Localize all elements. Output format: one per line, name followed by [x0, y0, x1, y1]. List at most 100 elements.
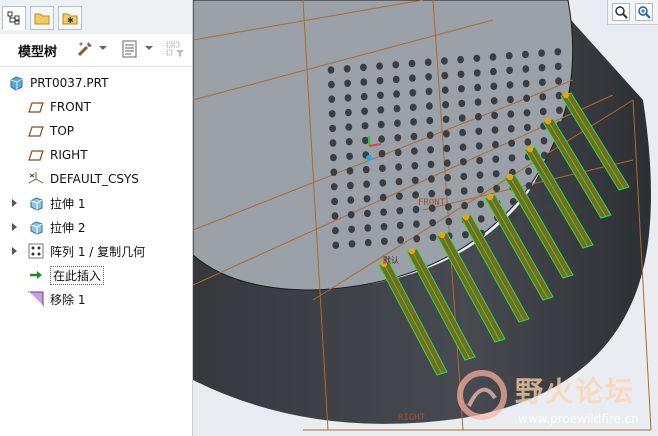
hole	[490, 97, 498, 105]
hole	[473, 54, 481, 62]
tree-item-extrude-1[interactable]: 拉伸 1	[12, 192, 85, 214]
coordinate-system-icon	[28, 172, 44, 184]
hole	[360, 92, 368, 101]
settings-list-icon[interactable]	[121, 40, 139, 62]
hole	[330, 183, 338, 191]
tab-favorites[interactable]: ✱	[58, 6, 82, 30]
watermark-text: 野火论坛	[515, 375, 636, 408]
zoom-in-icon	[638, 6, 651, 19]
hole	[477, 200, 485, 208]
hole	[408, 59, 416, 68]
hole	[425, 73, 432, 81]
tree-item-label: 在此插入	[50, 265, 105, 285]
watermark-logo	[455, 368, 510, 423]
hole	[542, 210, 550, 218]
expand-arrow-icon[interactable]	[12, 223, 17, 231]
hole	[377, 106, 385, 114]
zoom-in-button[interactable]	[635, 3, 653, 21]
tools-icon[interactable]	[76, 40, 94, 62]
hole	[394, 134, 402, 142]
hole	[364, 238, 372, 247]
hole	[460, 187, 468, 195]
hole	[524, 138, 532, 146]
tree-item-top[interactable]: TOP	[28, 120, 74, 142]
hole	[542, 195, 549, 203]
hole	[413, 220, 420, 228]
hole	[461, 201, 468, 210]
hole	[362, 165, 370, 174]
hole	[395, 177, 403, 186]
tools-dropdown-icon[interactable]	[99, 46, 107, 50]
hole	[459, 128, 466, 137]
tree-item-label: RIGHT	[50, 148, 88, 162]
hole	[506, 81, 514, 89]
hole	[457, 70, 465, 78]
hole	[476, 156, 483, 165]
hole	[427, 160, 435, 169]
hole	[477, 215, 485, 223]
tree-item-insert-here[interactable]: 在此插入	[28, 264, 105, 286]
hole	[523, 109, 531, 117]
hole	[492, 155, 500, 163]
settings-dropdown-icon[interactable]	[145, 46, 153, 50]
hole	[489, 53, 497, 61]
filter-icon[interactable]	[166, 40, 186, 62]
extrude-icon	[30, 197, 43, 211]
hole	[525, 182, 533, 190]
hole	[393, 90, 400, 98]
remove-feature-icon	[28, 291, 44, 307]
hole	[364, 224, 372, 232]
hole	[410, 118, 417, 126]
hole	[491, 111, 498, 120]
tab-folder-browser[interactable]	[30, 6, 54, 30]
hole	[509, 198, 517, 206]
hole	[508, 139, 515, 147]
tree-item-remove[interactable]: 移除 1	[28, 288, 85, 310]
tree-item-csys[interactable]: DEFAULT_CSYS	[28, 168, 139, 190]
hole	[361, 107, 368, 115]
zoom-window-button[interactable]	[612, 3, 630, 21]
tree-item-label: 移除 1	[50, 292, 86, 307]
hole	[539, 107, 547, 116]
hole	[505, 52, 513, 60]
hole	[476, 171, 484, 179]
tree-item-right[interactable]: RIGHT	[28, 144, 88, 166]
tree-item-front[interactable]: FRONT	[28, 96, 91, 118]
hole	[379, 193, 387, 202]
hole	[443, 159, 451, 167]
hole	[425, 87, 433, 96]
tree-item-extrude-2[interactable]: 拉伸 2	[12, 216, 85, 238]
hole	[330, 168, 338, 176]
hole	[524, 123, 531, 132]
model-tree-panel: ✱ 模型树 PRT0037.PRT FRONT TOP RIGHT DEFAUL…	[0, 0, 193, 436]
hole	[411, 162, 419, 170]
expand-arrow-icon[interactable]	[12, 199, 17, 207]
tree-item-label: 阵列 1 / 复制几何	[50, 244, 146, 259]
hole	[508, 154, 516, 162]
hole	[376, 77, 384, 85]
hole	[426, 116, 434, 125]
hole	[347, 196, 355, 204]
tree-root-part[interactable]: PRT0037.PRT	[8, 72, 108, 94]
hole	[475, 127, 483, 135]
hole	[460, 158, 467, 166]
hole	[378, 135, 385, 143]
hole	[556, 106, 563, 114]
tree-item-label: TOP	[50, 124, 75, 138]
hole	[362, 136, 369, 145]
hole	[346, 167, 354, 175]
panel-tab-bar: ✱	[0, 0, 192, 35]
hole	[491, 126, 499, 134]
datum-plane-icon	[28, 126, 44, 137]
datum-plane-icon	[28, 150, 44, 161]
tab-model-tree[interactable]	[2, 6, 26, 30]
expand-arrow-icon[interactable]	[12, 247, 17, 255]
csys-label: 默认	[383, 255, 399, 265]
hole	[540, 137, 548, 145]
hole	[523, 94, 530, 102]
hole	[409, 74, 416, 82]
hole	[346, 152, 353, 160]
tree-item-pattern[interactable]: 阵列 1 / 复制几何	[12, 240, 146, 262]
hole	[345, 108, 352, 117]
hole	[345, 123, 353, 131]
